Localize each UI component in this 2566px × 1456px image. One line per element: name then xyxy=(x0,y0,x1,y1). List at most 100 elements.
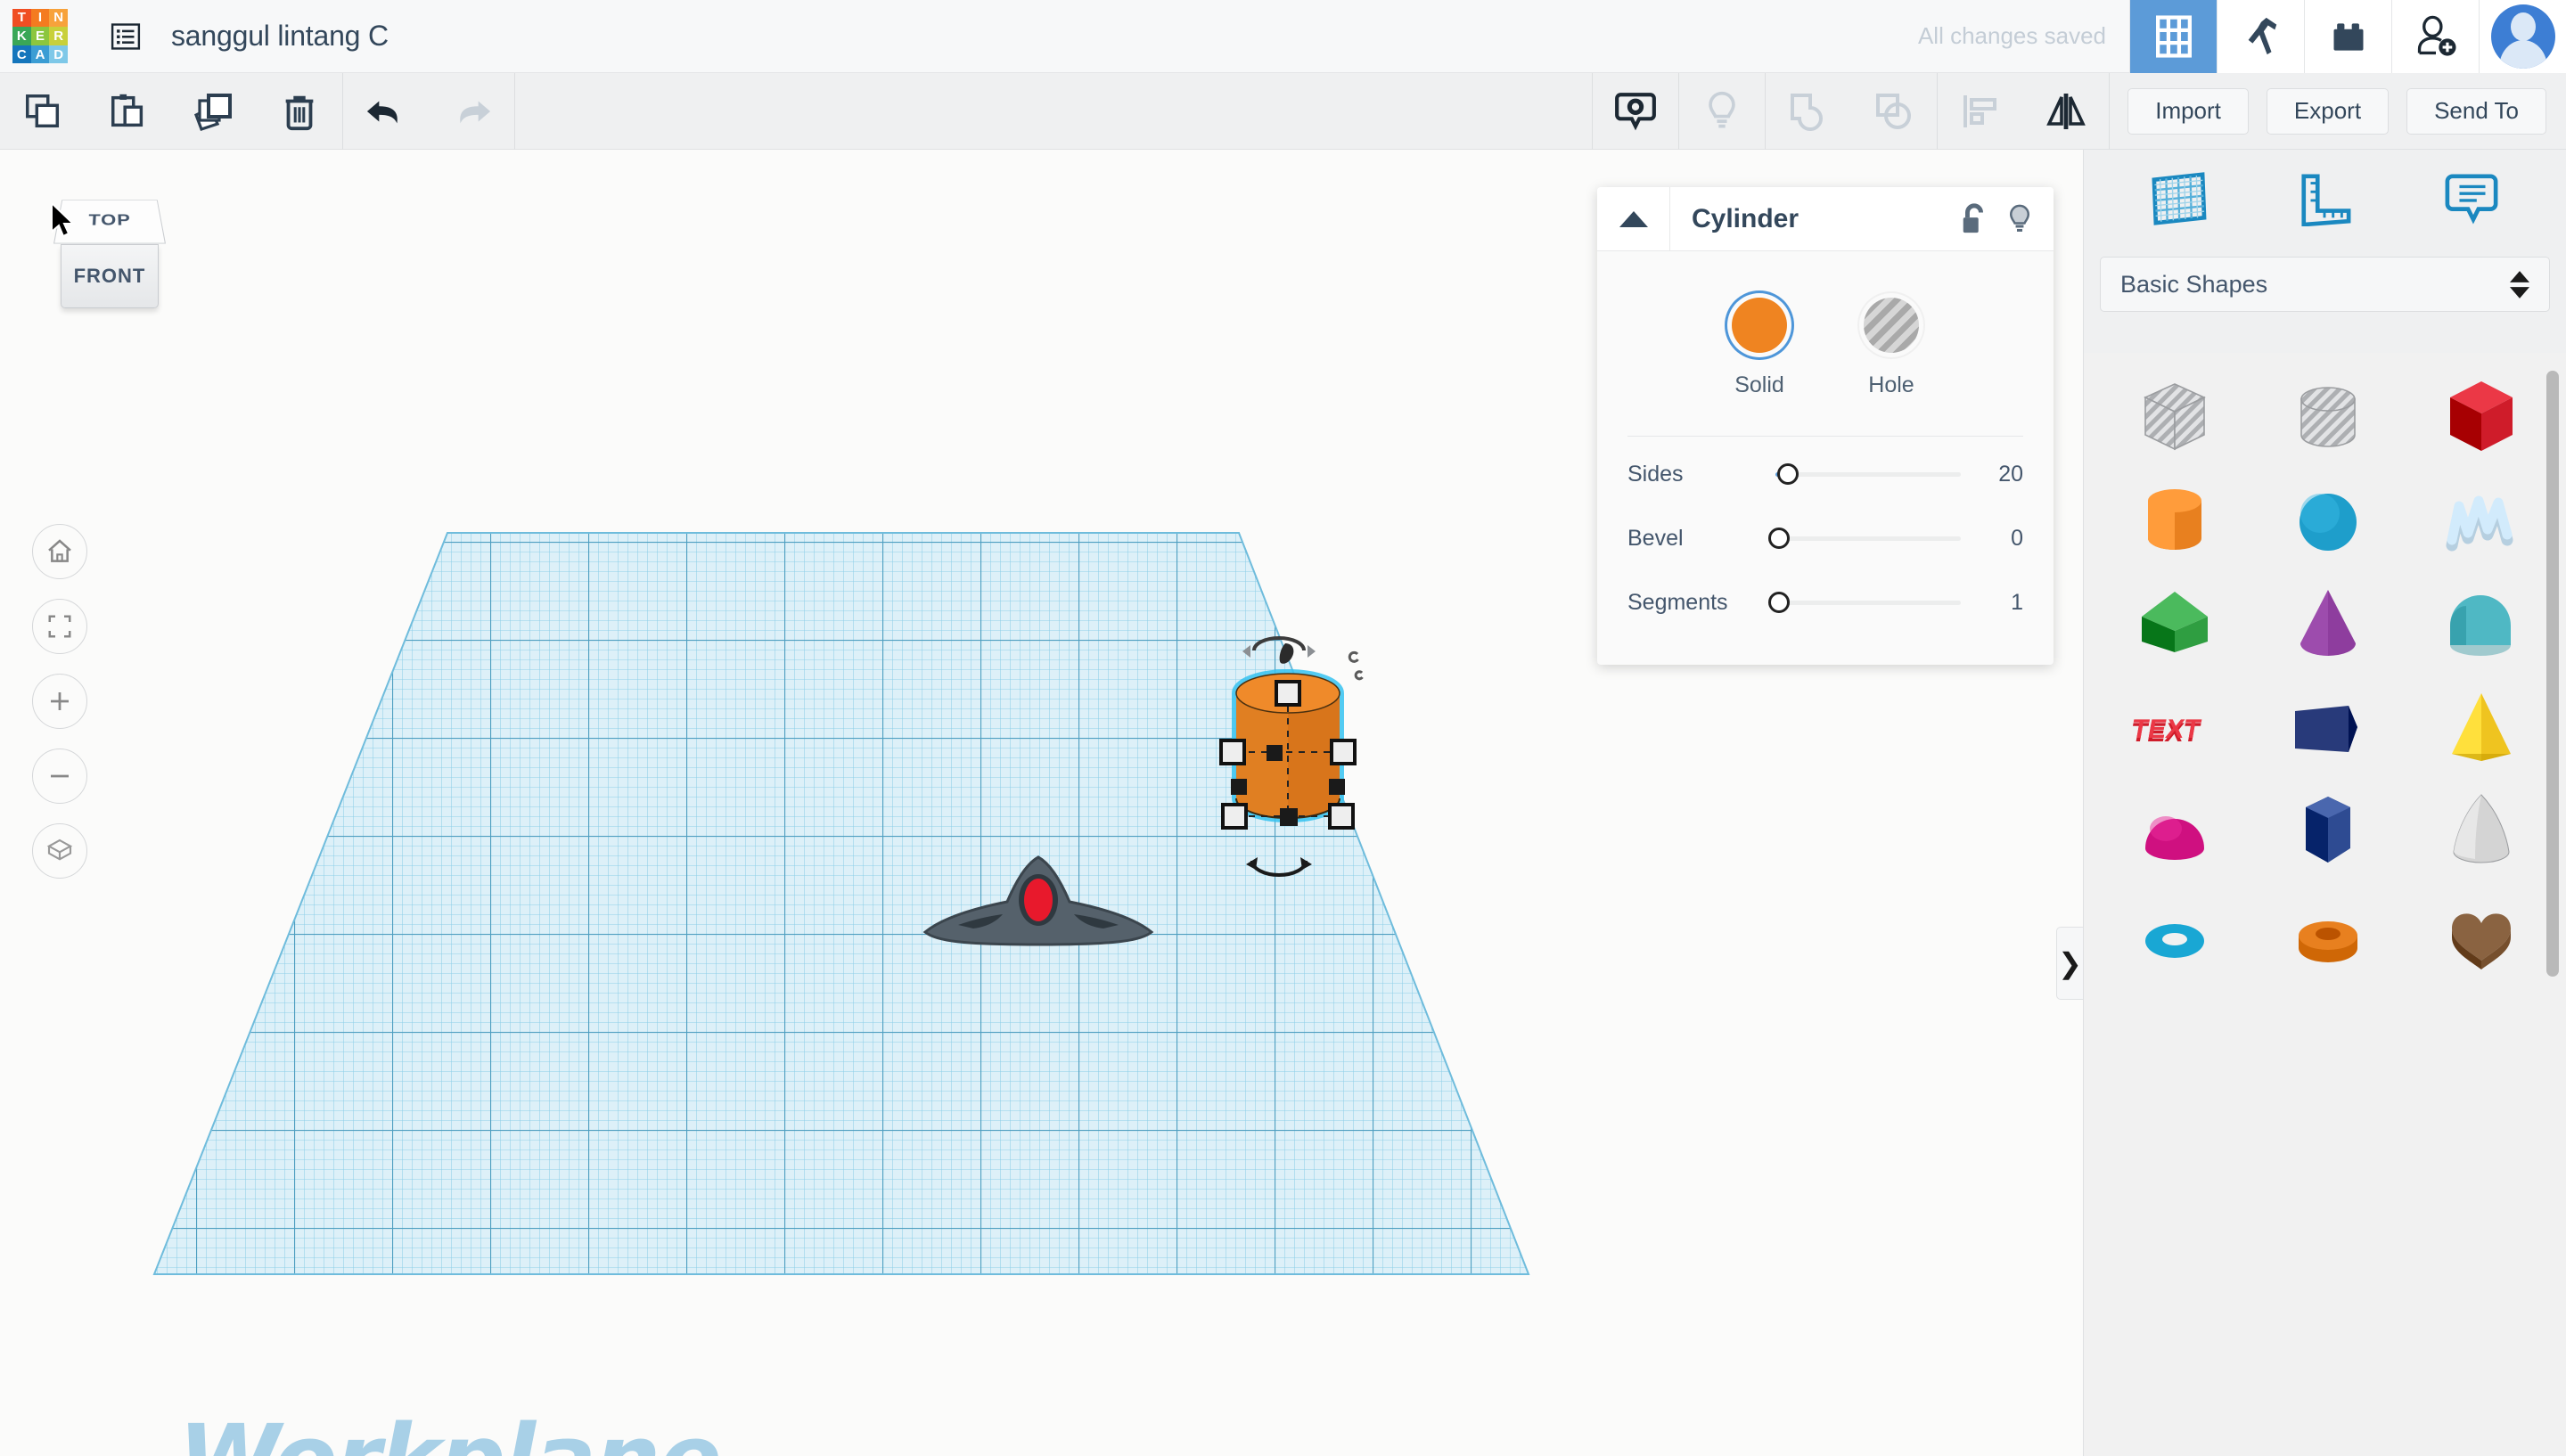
group-button[interactable] xyxy=(1766,73,1851,150)
undo-arrow-icon xyxy=(366,101,398,123)
export-button[interactable]: Export xyxy=(2266,87,2390,135)
fit-to-view-button[interactable] xyxy=(32,599,87,654)
slider-value: 20 xyxy=(1998,461,2023,487)
document-title[interactable]: sanggul lintang C xyxy=(171,20,389,53)
cylinder-shape[interactable] xyxy=(1199,622,1422,889)
shape-parameter-sliders: Sides 20 Bevel 0 Segments 1 xyxy=(1627,442,2023,634)
bricks-button[interactable] xyxy=(2304,0,2391,73)
tinkercad-logo[interactable]: TINKERCAD xyxy=(12,8,68,64)
roof-wedge-shape[interactable] xyxy=(2098,572,2251,675)
ruler-icon xyxy=(2301,174,2351,226)
slider-label: Segments xyxy=(1627,589,1728,615)
hole-option[interactable]: Hole xyxy=(1864,298,1919,398)
heart-shape[interactable] xyxy=(2405,882,2558,986)
mirror-button[interactable] xyxy=(2023,73,2109,150)
tube-shape[interactable] xyxy=(2251,882,2405,986)
align-button[interactable] xyxy=(1938,73,2023,150)
list-menu-icon xyxy=(111,22,141,50)
delete-button[interactable] xyxy=(257,73,342,150)
box-shape[interactable] xyxy=(2405,365,2558,469)
slider-thumb[interactable] xyxy=(1768,592,1790,613)
shape-category-select[interactable]: Basic Shapes xyxy=(2100,257,2550,312)
note-callout-icon xyxy=(1615,92,1657,130)
toolbar-divider xyxy=(514,72,515,150)
zoom-in-button[interactable] xyxy=(32,674,87,729)
shape-category-label: Basic Shapes xyxy=(2120,270,2268,298)
solid-label: Solid xyxy=(1734,372,1784,397)
solid-option[interactable]: Solid xyxy=(1732,298,1787,398)
zoom-out-button[interactable] xyxy=(32,748,87,804)
duplicate-button[interactable] xyxy=(171,73,257,150)
slider-thumb[interactable] xyxy=(1777,463,1799,485)
text-shape[interactable]: TEXT TEXT xyxy=(2098,675,2251,779)
shapes-scrollbar[interactable] xyxy=(2546,371,2559,1431)
fit-frame-icon xyxy=(48,615,71,638)
paste-icon xyxy=(111,94,143,127)
slider-control[interactable] xyxy=(1758,585,1968,620)
workplane-tool-button[interactable] xyxy=(2136,162,2221,235)
copy-button[interactable] xyxy=(0,73,86,150)
crown-tiara-shape[interactable] xyxy=(918,836,1159,961)
grid-view-button[interactable] xyxy=(2129,0,2217,73)
shape-tool-row xyxy=(2084,150,2566,248)
shapes-panel: Basic Shapes TEXT TEXT xyxy=(2083,150,2566,1456)
main-toolbar: Import Export Send To xyxy=(0,72,2566,150)
sphere-shape[interactable] xyxy=(2251,469,2405,572)
ruler-tool-button[interactable] xyxy=(2282,162,2367,235)
scrollbar-thumb[interactable] xyxy=(2546,371,2559,977)
lightbulb-icon xyxy=(1709,91,1735,127)
ortho-perspective-toggle[interactable] xyxy=(32,823,87,879)
pyramid-shape-thumbnail xyxy=(2452,693,2511,761)
cylinder-hole-shape[interactable] xyxy=(2251,365,2405,469)
cylinder-hole-shape-thumbnail xyxy=(2300,387,2356,447)
slider-control[interactable] xyxy=(1758,456,1968,492)
slider-value: 0 xyxy=(2011,525,2023,551)
sendto-button[interactable]: Send To xyxy=(2406,87,2546,135)
undo-button[interactable] xyxy=(343,73,429,150)
panel-collapse-tab[interactable]: ❯ xyxy=(2056,927,2083,1000)
blocks-codeblocks-icon xyxy=(2248,17,2276,54)
slider-control[interactable] xyxy=(1758,520,1968,556)
scribble-shape[interactable] xyxy=(2405,469,2558,572)
stepper-arrows-icon xyxy=(2510,270,2529,299)
wedge-shape[interactable] xyxy=(2251,675,2405,779)
add-person-button[interactable] xyxy=(2391,0,2479,73)
view-cube-front[interactable]: FRONT xyxy=(61,244,159,308)
hex-prism-shape[interactable] xyxy=(2251,779,2405,882)
box-shape-thumbnail xyxy=(2450,381,2513,451)
logo-letter: N xyxy=(49,8,68,28)
menu-button[interactable] xyxy=(105,16,146,57)
ungroup-button[interactable] xyxy=(1851,73,1937,150)
bricks-icon xyxy=(2333,22,2363,51)
redo-button[interactable] xyxy=(429,73,514,150)
hex-prism-shape-thumbnail xyxy=(2306,797,2350,863)
properties-collapse-button[interactable] xyxy=(1597,186,1670,251)
import-button[interactable]: Import xyxy=(2127,87,2249,135)
paraboloid-shape[interactable] xyxy=(2405,779,2558,882)
rotate-handle xyxy=(1242,636,1316,664)
home-view-button[interactable] xyxy=(32,524,87,579)
hide-button[interactable] xyxy=(1679,73,1765,150)
dome-shape[interactable] xyxy=(2098,779,2251,882)
save-status: All changes saved xyxy=(1917,22,2106,49)
app-header: TINKERCAD sanggul lintang C All changes … xyxy=(0,0,2566,73)
half-cylinder-shape[interactable] xyxy=(2405,572,2558,675)
codeblocks-button[interactable] xyxy=(2217,0,2304,73)
slider-row-segments: Segments 1 xyxy=(1627,570,2023,634)
cone-shape[interactable] xyxy=(2251,572,2405,675)
cylinder-shape[interactable] xyxy=(2098,469,2251,572)
redo-arrow-icon xyxy=(460,101,491,123)
paste-button[interactable] xyxy=(86,73,171,150)
note-tool-button[interactable] xyxy=(2429,162,2514,235)
torus-shape[interactable] xyxy=(2098,882,2251,986)
caret-up-icon xyxy=(1619,210,1648,227)
pyramid-shape[interactable] xyxy=(2405,675,2558,779)
shape-properties-panel: Cylinder Solid Hole Sides 20 Bevel 0 Seg… xyxy=(1597,186,2054,665)
roof-wedge-shape-thumbnail xyxy=(2142,592,2208,652)
box-hole-shape[interactable] xyxy=(2098,365,2251,469)
notes-button[interactable] xyxy=(1593,73,1678,150)
slider-thumb[interactable] xyxy=(1768,528,1790,549)
unlock-icon[interactable] xyxy=(1959,202,1989,236)
lightbulb-icon[interactable] xyxy=(2005,202,2034,236)
user-avatar-button[interactable] xyxy=(2479,0,2566,73)
